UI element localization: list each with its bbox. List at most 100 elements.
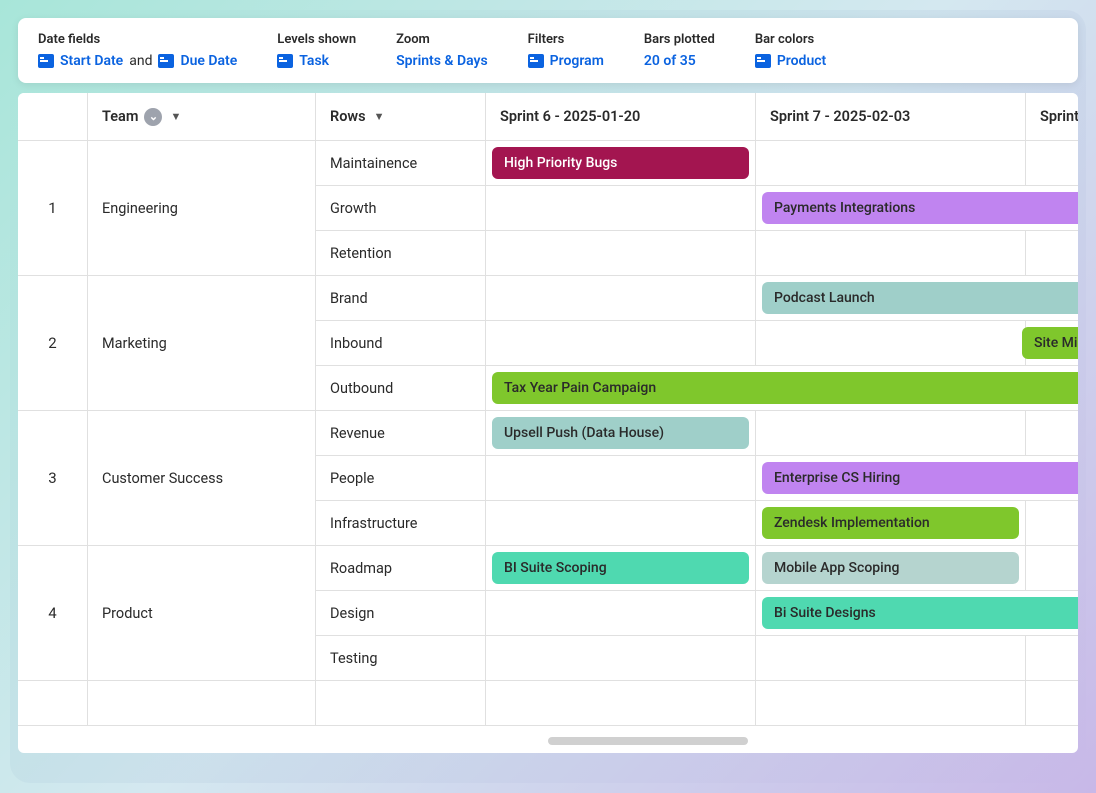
gantt-cell[interactable] [486,231,756,276]
gantt-cell[interactable] [486,456,756,501]
gantt-cell[interactable] [756,636,1026,681]
gantt-cell[interactable] [756,141,1026,186]
gantt-cell[interactable]: Zendesk Implementation [756,501,1026,546]
header-rows[interactable]: Rows ▼ [316,93,486,141]
row-label[interactable]: People [316,456,486,501]
task-bar-enterprise-cs[interactable]: Enterprise CS Hiring [762,462,1078,494]
gantt-cell[interactable] [756,231,1026,276]
group-number: 3 [18,411,88,546]
gantt-cell[interactable]: Mobile App Scoping [756,546,1026,591]
gantt-cell[interactable] [1026,546,1078,591]
row-label[interactable]: Retention [316,231,486,276]
team-name[interactable]: Engineering [88,141,316,276]
row-label[interactable]: Growth [316,186,486,231]
task-bar-high-priority-bugs[interactable]: High Priority Bugs [492,147,749,179]
filters-link[interactable]: Program [550,53,604,69]
toolbar-value: Task [277,53,356,69]
gantt-cell[interactable] [756,321,1026,366]
bar-colors-link[interactable]: Product [777,53,826,69]
task-bar-podcast[interactable]: Podcast Launch [762,282,1078,314]
gantt-cell[interactable]: BI Suite Scoping [486,546,756,591]
field-icon [528,54,544,68]
header-team[interactable]: Team ⌄ ▼ [88,93,316,141]
empty-cell [1026,681,1078,726]
toolbar-value: Product [755,53,826,69]
team-name[interactable]: Marketing [88,276,316,411]
gantt-cell[interactable]: Enterprise CS Hiring [756,456,1078,501]
group-number: 1 [18,141,88,276]
toolbar-value: Program [528,53,604,69]
row-label[interactable]: Maintainence [316,141,486,186]
caret-down-icon[interactable]: ▼ [374,110,385,123]
toolbar-label: Filters [528,32,604,47]
gantt-cell[interactable]: Upsell Push (Data House) [486,411,756,456]
empty-cell [486,681,756,726]
task-bar-payments[interactable]: Payments Integrations [762,192,1078,224]
header-blank [18,93,88,141]
task-bar-upsell[interactable]: Upsell Push (Data House) [492,417,749,449]
header-rows-label: Rows [330,108,366,125]
row-label[interactable]: Outbound [316,366,486,411]
gantt-cell[interactable]: Bi Suite Designs [756,591,1078,636]
gantt-cell[interactable]: Site Mi [1026,321,1078,366]
team-name[interactable]: Product [88,546,316,681]
grid: Team ⌄ ▼ Rows ▼ Sprint 6 - 2025-01-20 Sp… [18,93,1078,726]
row-label[interactable]: Design [316,591,486,636]
task-bar-site-mig[interactable]: Site Mi [1022,327,1078,359]
caret-down-icon[interactable]: ▼ [170,110,181,123]
gantt-cell[interactable]: Payments Integrations [756,186,1078,231]
gantt-cell[interactable]: Podcast Launch [756,276,1078,321]
header-sprint7[interactable]: Sprint 7 - 2025-02-03 [756,93,1026,141]
row-label[interactable]: Revenue [316,411,486,456]
team-name[interactable]: Customer Success [88,411,316,546]
due-date-link[interactable]: Due Date [180,53,237,69]
header-sprint6[interactable]: Sprint 6 - 2025-01-20 [486,93,756,141]
row-label[interactable]: Infrastructure [316,501,486,546]
gantt-cell[interactable] [1026,411,1078,456]
gantt-cell[interactable] [486,591,756,636]
horizontal-scrollbar[interactable] [548,737,748,745]
start-date-link[interactable]: Start Date [60,53,123,69]
chevron-down-icon[interactable]: ⌄ [144,108,162,126]
gantt-cell[interactable]: High Priority Bugs [486,141,756,186]
gantt-cell[interactable] [1026,141,1078,186]
toolbar-zoom[interactable]: Zoom Sprints & Days [396,32,488,69]
gantt-cell[interactable] [486,276,756,321]
toolbar-value: 20 of 35 [644,53,715,69]
field-icon [755,54,771,68]
gantt-cell[interactable] [486,321,756,366]
task-bar-bi-designs[interactable]: Bi Suite Designs [762,597,1078,629]
gantt-cell[interactable] [486,636,756,681]
gantt-cell[interactable]: Tax Year Pain Campaign [486,366,1078,411]
toolbar-date-fields[interactable]: Date fields Start Date and Due Date [38,32,237,69]
toolbar-value: Sprints & Days [396,53,488,69]
bars-plotted-link[interactable]: 20 of 35 [644,53,696,69]
zoom-link[interactable]: Sprints & Days [396,53,488,69]
gantt-cell[interactable] [756,411,1026,456]
task-bar-zendesk[interactable]: Zendesk Implementation [762,507,1019,539]
gantt-cell[interactable] [1026,636,1078,681]
gantt-cell[interactable] [486,186,756,231]
task-bar-bi-scoping[interactable]: BI Suite Scoping [492,552,749,584]
gantt-cell[interactable] [486,501,756,546]
gantt-cell[interactable] [1026,501,1078,546]
toolbar-bars-plotted[interactable]: Bars plotted 20 of 35 [644,32,715,69]
row-label[interactable]: Roadmap [316,546,486,591]
row-label[interactable]: Brand [316,276,486,321]
and-text: and [129,53,152,69]
toolbar-filters[interactable]: Filters Program [528,32,604,69]
row-label[interactable]: Testing [316,636,486,681]
field-icon [277,54,293,68]
toolbar-bar-colors[interactable]: Bar colors Product [755,32,826,69]
field-icon [38,54,54,68]
toolbar-levels[interactable]: Levels shown Task [277,32,356,69]
task-bar-mobile-scoping[interactable]: Mobile App Scoping [762,552,1019,584]
empty-cell [18,681,88,726]
toolbar: Date fields Start Date and Due Date Leve… [18,18,1078,83]
header-sprint8[interactable]: Sprint 8 [1026,93,1078,141]
gantt-cell[interactable] [1026,231,1078,276]
row-label[interactable]: Inbound [316,321,486,366]
toolbar-value: Start Date and Due Date [38,53,237,69]
levels-link[interactable]: Task [299,53,329,69]
task-bar-tax-year[interactable]: Tax Year Pain Campaign [492,372,1078,404]
